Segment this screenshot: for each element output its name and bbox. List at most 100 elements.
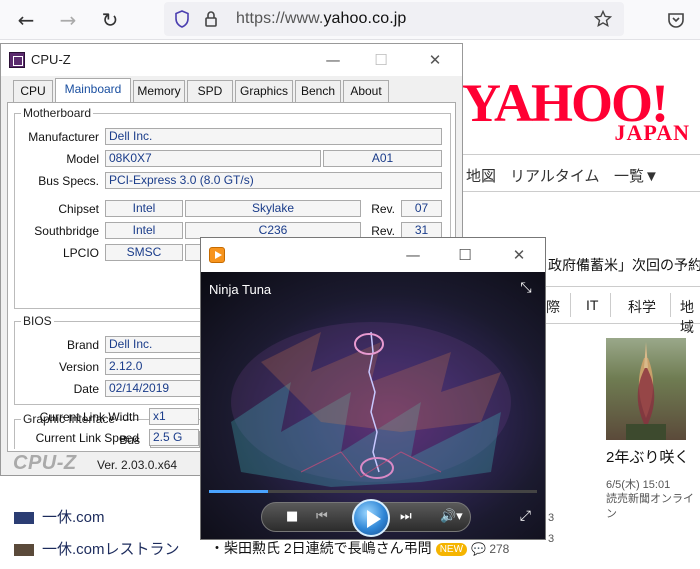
nav-map[interactable]: 地図 [466,165,496,186]
category-science[interactable]: 科学 [628,297,656,317]
nav-realtime[interactable]: リアルタイム [510,165,600,186]
new-badge: NEW [435,542,468,556]
chipset-vendor-value: Intel [105,200,183,217]
bios-brand-label: Brand [66,338,99,352]
category-region[interactable]: 地域 [680,297,700,337]
list-item[interactable]: 一休.com [14,506,105,527]
bios-brand-value: Dell Inc. [105,336,205,353]
bios-version-label: Version [58,360,99,374]
player-title-bar[interactable]: — ☐ ✕ [201,238,545,272]
category-divider [670,293,671,317]
cpuz-brand-logo: CPU-Z [13,452,77,474]
previous-icon[interactable]: ⏮ [316,509,328,524]
chipset-rev-label: Rev. [371,202,395,216]
tab-mainboard[interactable]: Mainboard [55,78,131,102]
manufacturer-value: Dell Inc. [105,128,442,145]
category-it[interactable]: IT [586,297,598,313]
url-text: https://www.yahoo.co.jp [236,10,407,27]
forward-arrow-icon[interactable]: → [56,8,80,32]
category-divider [570,293,571,317]
link-width-value: x1 [149,408,199,425]
southbridge-rev-label: Rev. [371,224,395,238]
link-speed-label: Current Link Speed [35,431,139,445]
tab-graphics[interactable]: Graphics [235,80,293,102]
volume-icon[interactable]: 🔊▾ [440,509,463,524]
fullscreen-icon[interactable]: ⤢ [520,508,531,524]
ikkyu-icon [14,512,34,525]
pocket-icon[interactable] [666,10,686,30]
address-bar[interactable]: https://www.yahoo.co.jp [164,2,624,36]
back-arrow-icon[interactable]: ← [14,8,38,32]
side-number: 3 [548,512,555,524]
tab-bench[interactable]: Bench [295,80,341,102]
window-title: CPU-Z [31,52,71,67]
seek-progress [209,490,269,493]
compact-mode-icon[interactable]: ⤡ [517,280,535,298]
tab-cpu[interactable]: CPU [13,80,53,102]
media-player-icon [209,247,225,263]
next-icon[interactable]: ⏭ [400,509,412,524]
minimize-icon[interactable]: — [403,245,423,265]
lpcio-vendor-value: SMSC [105,244,183,261]
ikkyu-restaurant-icon [14,544,34,557]
news-source: 読売新聞オンライン [606,493,694,520]
tab-about[interactable]: About [343,80,389,102]
close-icon[interactable]: ✕ [509,245,529,265]
close-icon[interactable]: ✕ [425,50,445,70]
model-label: Model [66,152,99,166]
maximize-icon[interactable]: ☐ [455,245,475,265]
lock-icon[interactable] [204,10,218,28]
bookmark-star-icon[interactable] [594,10,612,28]
news-thumbnail[interactable] [606,338,686,440]
cpuz-version-text: Ver. 2.03.0.x64 [97,458,178,472]
side-number: 3 [548,533,555,545]
list-item[interactable]: 一休.comレストラン [14,538,180,559]
minimize-icon[interactable]: — [323,50,343,70]
service-nav: 地図 リアルタイム 一覧▼ [462,154,700,192]
model-value: 08K0X7 [105,150,321,167]
seek-bar[interactable] [209,490,537,493]
chipset-label: Chipset [58,202,99,216]
southbridge-vendor-value: Intel [105,222,183,239]
cpuz-title-bar[interactable]: CPU-Z — ☐ ✕ [1,44,462,76]
link-speed-value: 2.5 G [149,429,199,446]
bios-date-value: 02/14/2019 [105,380,205,397]
link-width-label: Current Link Width [39,410,139,424]
lpcio-label: LPCIO [62,246,99,260]
bios-date-label: Date [73,382,99,396]
media-player-window: — ☐ ✕ Ninja Tuna ⤡ ■ ⏮ ⏭ 🔊▾ ⤢ [200,237,546,540]
service-link-list: 一休.com 一休.comレストラン [0,500,205,569]
southbridge-label: Southbridge [34,224,99,238]
group-title: Motherboard [21,106,94,120]
model-revision-value: A01 [323,150,442,167]
news-date: 6/5(木) 15:01 [606,479,671,491]
bus-specs-label: Bus Specs. [38,174,99,188]
playback-controls: ■ ⏮ ⏭ 🔊▾ [261,499,471,537]
yahoo-logo-japan: JAPAN [614,120,690,145]
comment-count: 💬 278 [471,542,510,556]
tab-memory[interactable]: Memory [133,80,185,102]
browser-toolbar: ← → ↻ https://www.yahoo.co.jp [0,0,700,40]
topic-headline[interactable]: 政府備蓄米」次回の予約 [548,255,700,275]
stop-icon[interactable]: ■ [286,509,298,524]
news-list-item[interactable]: ・柴田勲氏 2日連続で長嶋さん弔問 NEW 💬 278 [210,538,509,558]
bios-version-value: 2.12.0 [105,358,205,375]
news-headline[interactable]: 2年ぶり咲く [606,446,689,467]
shield-icon[interactable] [174,10,190,28]
nav-list[interactable]: 一覧▼ [614,165,659,186]
track-name: Ninja Tuna [209,282,272,297]
chipset-rev-value: 07 [401,200,442,217]
category-divider [610,293,611,317]
play-button[interactable] [352,499,390,537]
news-category-bar: 際 IT 科学 地域 [546,286,700,335]
yahoo-logo[interactable]: YAHOO! JAPAN [462,76,694,146]
manufacturer-label: Manufacturer [28,130,99,144]
category-international[interactable]: 際 [546,297,560,317]
tab-spd[interactable]: SPD [187,80,233,102]
chipset-name-value: Skylake [185,200,361,217]
reload-icon[interactable]: ↻ [98,8,122,32]
group-title: BIOS [21,314,54,328]
video-area[interactable]: Ninja Tuna ⤡ ■ ⏮ ⏭ 🔊▾ ⤢ [201,272,545,539]
maximize-icon[interactable]: ☐ [371,50,391,70]
cpuz-app-icon [9,52,25,68]
